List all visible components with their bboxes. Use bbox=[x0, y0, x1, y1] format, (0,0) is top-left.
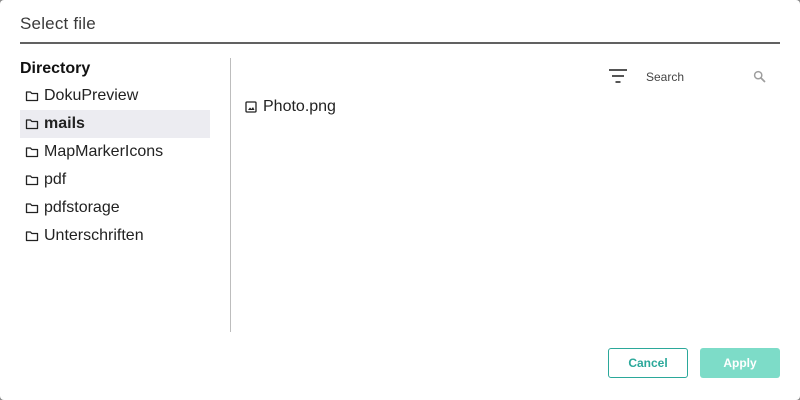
folder-icon bbox=[25, 173, 39, 187]
directory-item-pdfstorage[interactable]: pdfstorage bbox=[20, 194, 210, 222]
search-icon[interactable] bbox=[753, 70, 766, 83]
folder-icon bbox=[25, 89, 39, 103]
directory-item-label: MapMarkerIcons bbox=[44, 143, 164, 160]
folder-icon bbox=[25, 145, 39, 159]
directory-item-pdf[interactable]: pdf bbox=[20, 166, 210, 194]
folder-icon bbox=[25, 117, 39, 131]
dialog-title: Select file bbox=[20, 14, 96, 33]
directory-item-dokupreview[interactable]: DokuPreview bbox=[20, 82, 210, 110]
search-input[interactable] bbox=[640, 66, 751, 88]
file-name: Photo.png bbox=[263, 98, 336, 115]
directory-item-mapmarkericons[interactable]: MapMarkerIcons bbox=[20, 138, 210, 166]
search-box bbox=[640, 66, 770, 88]
image-icon bbox=[245, 101, 257, 113]
directory-item-mails[interactable]: mails bbox=[20, 110, 210, 138]
apply-button[interactable]: Apply bbox=[700, 348, 780, 378]
filter-button[interactable] bbox=[606, 66, 630, 86]
folder-icon bbox=[25, 201, 39, 215]
directory-item-label: Unterschriften bbox=[44, 227, 144, 244]
directory-list: DokuPreview mails MapMarkerIcons pdf pdf… bbox=[20, 82, 210, 250]
directory-heading: Directory bbox=[20, 60, 91, 77]
file-item-photo[interactable]: Photo.png bbox=[245, 96, 336, 118]
cancel-button[interactable]: Cancel bbox=[608, 348, 688, 378]
folder-icon bbox=[25, 229, 39, 243]
title-divider bbox=[20, 42, 780, 44]
directory-item-label: DokuPreview bbox=[44, 87, 139, 104]
filter-icon bbox=[606, 69, 630, 90]
directory-item-label: mails bbox=[44, 115, 85, 132]
directory-item-label: pdfstorage bbox=[44, 199, 120, 216]
directory-item-label: pdf bbox=[44, 171, 67, 188]
select-file-dialog: Select file Directory DokuPreview mails … bbox=[0, 0, 800, 400]
directory-item-unterschriften[interactable]: Unterschriften bbox=[20, 222, 210, 250]
pane-divider bbox=[230, 58, 231, 332]
